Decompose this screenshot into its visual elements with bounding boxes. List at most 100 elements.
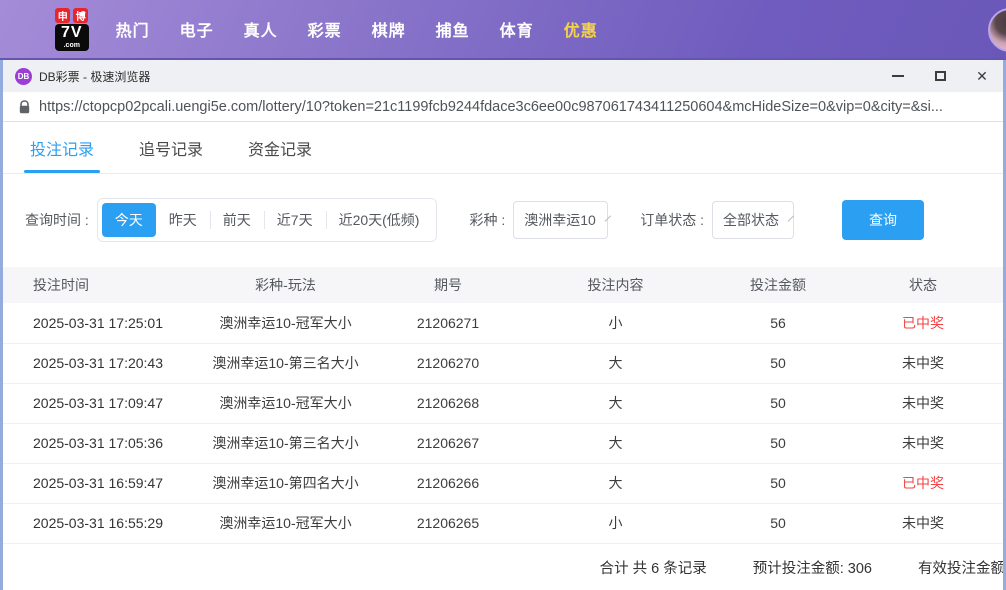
nav-item-slots[interactable]: 电子 bbox=[165, 17, 229, 41]
time-option-yesterday[interactable]: 昨天 bbox=[156, 203, 210, 237]
logo-7v-text: 7V bbox=[61, 23, 83, 41]
user-avatar[interactable] bbox=[988, 8, 1006, 52]
logo-com-text: .com bbox=[63, 41, 80, 49]
close-button[interactable]: ✕ bbox=[961, 60, 1003, 92]
address-bar[interactable]: https://ctopcp02pcali.uengi5e.com/lotter… bbox=[3, 92, 1003, 122]
nav-item-sports[interactable]: 体育 bbox=[485, 17, 549, 41]
maximize-button[interactable] bbox=[919, 60, 961, 92]
time-filter-label: 查询时间 : bbox=[25, 212, 89, 228]
cell-amount: 50 bbox=[713, 383, 843, 424]
cell-status: 已中奖 bbox=[843, 303, 1003, 344]
tab-fund-records[interactable]: 资金记录 bbox=[248, 122, 312, 173]
cell-content: 大 bbox=[518, 463, 713, 504]
close-icon: ✕ bbox=[976, 68, 988, 84]
cell-issue: 21206271 bbox=[378, 303, 518, 344]
cell-content: 大 bbox=[518, 343, 713, 384]
cell-game-play: 澳洲幸运10-冠军大小 bbox=[193, 303, 378, 344]
cell-amount: 50 bbox=[713, 343, 843, 384]
logo-badge-shen: 申 bbox=[55, 7, 71, 23]
nav-item-live[interactable]: 真人 bbox=[229, 17, 293, 41]
table-row: 2025-03-31 17:09:47 澳洲幸运10-冠军大小 21206268… bbox=[3, 383, 1003, 424]
url-text: https://ctopcp02pcali.uengi5e.com/lotter… bbox=[39, 98, 943, 115]
lottery-select[interactable]: 澳洲幸运10 bbox=[513, 201, 611, 239]
cell-status: 未中奖 bbox=[843, 343, 1003, 384]
col-bet-time: 投注时间 bbox=[3, 267, 193, 303]
table-row: 2025-03-31 17:05:36 澳洲幸运10-第三名大小 2120626… bbox=[3, 423, 1003, 464]
time-filter-group: 今天 昨天 前天 近7天 近20天(低频) bbox=[96, 198, 438, 242]
cell-status: 未中奖 bbox=[843, 423, 1003, 464]
site-logo[interactable]: 申 博 7V .com bbox=[55, 7, 89, 51]
cell-bet-time: 2025-03-31 17:09:47 bbox=[3, 383, 193, 424]
cell-amount: 50 bbox=[713, 423, 843, 464]
order-status-select[interactable]: 全部状态 bbox=[712, 201, 795, 239]
status-filter-label: 订单状态 : bbox=[640, 212, 705, 228]
tab-chase-records[interactable]: 追号记录 bbox=[139, 122, 203, 173]
maximize-icon bbox=[934, 71, 946, 81]
cell-content: 小 bbox=[518, 503, 713, 544]
cell-game-play: 澳洲幸运10-冠军大小 bbox=[193, 503, 378, 544]
order-status-value: 全部状态 bbox=[723, 212, 780, 228]
minimize-button[interactable] bbox=[877, 60, 919, 92]
browser-app-icon-text: DB bbox=[17, 71, 30, 81]
screen: 申 博 7V .com 热门 电子 真人 彩票 棋牌 捕鱼 体育 优惠 DB D… bbox=[0, 0, 1006, 590]
table-row: 2025-03-31 17:20:43 澳洲幸运10-第三名大小 2120627… bbox=[3, 343, 1003, 384]
cell-status: 未中奖 bbox=[843, 503, 1003, 544]
cell-bet-time: 2025-03-31 17:20:43 bbox=[3, 343, 193, 384]
cell-game-play: 澳洲幸运10-第三名大小 bbox=[193, 423, 378, 464]
col-game-play: 彩种-玩法 bbox=[193, 267, 378, 303]
record-tabs: 投注记录 追号记录 资金记录 bbox=[3, 122, 1003, 174]
cell-bet-time: 2025-03-31 16:59:47 bbox=[3, 463, 193, 504]
time-option-day-before[interactable]: 前天 bbox=[209, 203, 264, 237]
browser-titlebar: DB DB彩票 - 极速浏览器 ✕ bbox=[3, 60, 1003, 92]
col-issue: 期号 bbox=[378, 267, 518, 303]
cell-issue: 21206266 bbox=[378, 463, 518, 504]
window-title: DB彩票 - 极速浏览器 bbox=[39, 69, 151, 84]
cell-bet-time: 2025-03-31 17:25:01 bbox=[3, 303, 193, 344]
top-navigation: 热门 电子 真人 彩票 棋牌 捕鱼 体育 优惠 bbox=[101, 17, 613, 41]
tab-bet-records[interactable]: 投注记录 bbox=[23, 122, 101, 173]
page-content: 投注记录 追号记录 资金记录 查询时间 : 今天 昨天 前天 近7天 近20天(… bbox=[3, 122, 1003, 590]
summary-total: 合计 共 6 条记录 bbox=[599, 560, 707, 577]
filter-bar: 查询时间 : 今天 昨天 前天 近7天 近20天(低频) 彩种 : 澳洲幸运10… bbox=[3, 198, 1003, 242]
lottery-filter-label: 彩种 : bbox=[469, 212, 506, 228]
cell-bet-time: 2025-03-31 16:55:29 bbox=[3, 503, 193, 544]
table-row: 2025-03-31 16:55:29 澳洲幸运10-冠军大小 21206265… bbox=[3, 503, 1003, 544]
time-option-20days[interactable]: 近20天(低频) bbox=[325, 203, 433, 237]
time-option-today[interactable]: 今天 bbox=[101, 203, 156, 237]
cell-status: 已中奖 bbox=[843, 463, 1003, 504]
cell-issue: 21206270 bbox=[378, 343, 518, 384]
lottery-select-value: 澳洲幸运10 bbox=[524, 212, 596, 228]
table-header: 投注时间 彩种-玩法 期号 投注内容 投注金额 状态 bbox=[3, 267, 1003, 303]
cell-content: 大 bbox=[518, 383, 713, 424]
col-content: 投注内容 bbox=[518, 267, 713, 303]
browser-window: DB DB彩票 - 极速浏览器 ✕ https://ctopcp02pcali.… bbox=[0, 60, 1006, 590]
cell-game-play: 澳洲幸运10-第四名大小 bbox=[193, 463, 378, 504]
site-header: 申 博 7V .com 热门 电子 真人 彩票 棋牌 捕鱼 体育 优惠 bbox=[0, 0, 1006, 60]
cell-amount: 50 bbox=[713, 503, 843, 544]
cell-issue: 21206265 bbox=[378, 503, 518, 544]
nav-item-chess[interactable]: 棋牌 bbox=[357, 17, 421, 41]
summary-expected-amount: 预计投注金额: 306 bbox=[752, 560, 872, 577]
nav-item-hot[interactable]: 热门 bbox=[101, 17, 165, 41]
bet-records-table: 投注时间 彩种-玩法 期号 投注内容 投注金额 状态 2025-03-31 17… bbox=[3, 267, 1003, 544]
cell-amount: 56 bbox=[713, 303, 843, 344]
search-button[interactable]: 查询 bbox=[842, 200, 925, 240]
cell-content: 小 bbox=[518, 303, 713, 344]
minimize-icon bbox=[892, 75, 904, 77]
cell-issue: 21206267 bbox=[378, 423, 518, 464]
nav-item-fishing[interactable]: 捕鱼 bbox=[421, 17, 485, 41]
table-row: 2025-03-31 16:59:47 澳洲幸运10-第四名大小 2120626… bbox=[3, 463, 1003, 504]
summary-bar: 合计 共 6 条记录 预计投注金额: 306 有效投注金额 bbox=[3, 544, 1003, 590]
chevron-down-icon bbox=[787, 215, 795, 222]
nav-item-lottery[interactable]: 彩票 bbox=[293, 17, 357, 41]
nav-item-promo[interactable]: 优惠 bbox=[549, 17, 613, 41]
logo-main: 7V .com bbox=[55, 23, 89, 51]
chevron-down-icon bbox=[604, 215, 611, 222]
cell-amount: 50 bbox=[713, 463, 843, 504]
window-controls: ✕ bbox=[877, 60, 1003, 92]
logo-badge-bo: 博 bbox=[73, 7, 89, 23]
summary-valid-amount: 有效投注金额 bbox=[918, 560, 1003, 577]
cell-game-play: 澳洲幸运10-第三名大小 bbox=[193, 343, 378, 384]
col-status: 状态 bbox=[843, 267, 1003, 303]
time-option-7days[interactable]: 近7天 bbox=[263, 203, 326, 237]
